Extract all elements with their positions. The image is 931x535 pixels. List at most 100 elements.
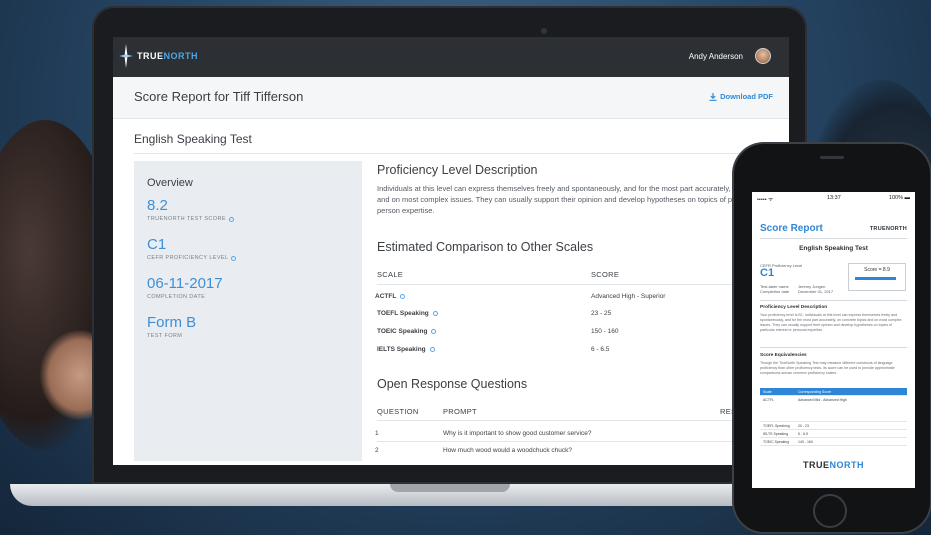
row-divider bbox=[377, 441, 789, 442]
overview-value: 8.2 bbox=[147, 197, 168, 214]
info-icon[interactable] bbox=[400, 294, 406, 299]
table-row: IELTS Speaking 5 - 6.5 bbox=[760, 430, 907, 438]
laptop-camera bbox=[541, 28, 547, 34]
question-number: 1 bbox=[375, 430, 379, 437]
question-prompt[interactable]: Why is it important to show good custome… bbox=[443, 430, 591, 437]
overview-label: TEST FORM bbox=[147, 333, 183, 339]
overview-test-form: Form B TEST FORM bbox=[147, 314, 196, 339]
download-icon bbox=[709, 92, 717, 101]
phone-page-title: Score Report bbox=[760, 223, 823, 234]
column-header-scale: SCALE bbox=[377, 270, 404, 279]
phone-brand-logo: TRUENORTH bbox=[869, 226, 907, 232]
row-divider bbox=[377, 284, 789, 285]
phone-speaker bbox=[820, 156, 844, 159]
table-cell-scale: TOEIC Speaking bbox=[763, 440, 790, 444]
brand-part2: NORTH bbox=[163, 51, 198, 61]
phone-score-label: Score = 8.9 bbox=[864, 267, 890, 273]
table-row: TOEFL Speaking bbox=[377, 310, 438, 317]
page-title: Score Report for Tiff Tifferson bbox=[134, 89, 304, 104]
info-icon[interactable] bbox=[431, 329, 437, 334]
avatar[interactable] bbox=[755, 48, 771, 64]
phone-equivalencies-text: Though the TrueNorth Speaking Test may m… bbox=[760, 361, 895, 375]
phone-proficiency-text: Your proficiency level is B1. Individual… bbox=[760, 313, 902, 332]
brand-logo[interactable]: TRUENORTH bbox=[137, 51, 198, 61]
overview-label: TRUENORTH TEST SCORE bbox=[147, 216, 226, 222]
overview-cefr-level: C1 CEFR PROFICIENCY LEVEL bbox=[147, 236, 237, 261]
info-icon[interactable] bbox=[429, 347, 435, 352]
info-icon[interactable] bbox=[228, 216, 234, 222]
phone-footer-logo: TRUENORTH bbox=[752, 460, 915, 470]
phone-meta-label: Completion date bbox=[760, 289, 790, 294]
table-cell-scale: IELTS Speaking bbox=[763, 432, 789, 436]
phone-battery: 100% ▬ bbox=[888, 195, 910, 201]
phone-home-button[interactable] bbox=[813, 494, 847, 528]
logo-part1: TRUE bbox=[803, 460, 830, 470]
overview-completion-date: 06-11-2017 COMPLETION DATE bbox=[147, 275, 223, 300]
info-icon[interactable] bbox=[432, 311, 438, 316]
overview-value: C1 bbox=[147, 236, 167, 253]
column-header-prompt: PROMPT bbox=[443, 407, 477, 416]
question-number: 2 bbox=[375, 447, 379, 454]
table-row: TOEIC Speaking bbox=[377, 328, 437, 335]
divider bbox=[760, 300, 907, 301]
phone-equivalency-table: Scale Corresponding Score ACTFL Advanced… bbox=[760, 388, 907, 446]
overview-test-score: 8.2 TRUENORTH TEST SCORE bbox=[147, 197, 234, 222]
row-divider bbox=[377, 420, 789, 421]
table-cell-score: Advanced Mid - Advanced High bbox=[798, 398, 847, 402]
phone-score-box: Score = 8.9 bbox=[848, 263, 906, 291]
scale-score: 6 - 6.5 bbox=[591, 346, 610, 353]
phone-signal: ••••• ᯤ bbox=[757, 197, 774, 203]
table-cell-scale: TOEFL Speaking bbox=[763, 424, 790, 428]
overview-panel: Overview 8.2 TRUENORTH TEST SCORE C1 CEF… bbox=[134, 161, 362, 461]
scale-score: 23 - 25 bbox=[591, 310, 612, 317]
compass-logo-icon bbox=[119, 44, 133, 68]
table-header-scale: Scale bbox=[763, 390, 772, 394]
table-cell-score: 140 - 160 bbox=[798, 440, 813, 444]
divider bbox=[760, 238, 907, 239]
comparison-title: Estimated Comparison to Other Scales bbox=[377, 240, 594, 254]
phone-score-bar bbox=[855, 277, 896, 280]
open-response-title: Open Response Questions bbox=[377, 377, 528, 391]
table-row: TOEFL Speaking 20 - 23 bbox=[760, 422, 907, 430]
scale-name: TOEFL Speaking bbox=[377, 310, 429, 317]
scale-name: IELTS Speaking bbox=[377, 346, 426, 353]
scale-name: ACTFL bbox=[375, 293, 397, 300]
user-name[interactable]: Andy Anderson bbox=[689, 52, 743, 61]
phone-time: 13:37 bbox=[827, 195, 841, 201]
scale-name: TOEIC Speaking bbox=[377, 328, 428, 335]
table-row: TOEIC Speaking 140 - 160 bbox=[760, 438, 907, 446]
brand-part1: TRUE bbox=[137, 51, 164, 61]
phone-cefr-value: C1 bbox=[760, 267, 775, 279]
laptop-notch bbox=[390, 484, 510, 492]
phone-meta-value: December 01, 2017 bbox=[798, 289, 834, 294]
overview-title: Overview bbox=[147, 177, 193, 189]
table-cell-score: 5 - 6.5 bbox=[798, 432, 808, 436]
download-pdf-button[interactable]: Download PDF bbox=[709, 92, 773, 101]
table-header: Scale Corresponding Score bbox=[760, 388, 907, 396]
test-title: English Speaking Test bbox=[134, 132, 252, 146]
overview-value: Form B bbox=[147, 314, 197, 331]
table-row: ACTFL bbox=[375, 293, 406, 300]
info-icon[interactable] bbox=[231, 255, 237, 261]
proficiency-description: Individuals at this level can express th… bbox=[377, 184, 789, 215]
phone-screen: ••••• ᯤ 13:37 100% ▬ Score Report TRUENO… bbox=[752, 192, 915, 488]
download-pdf-label: Download PDF bbox=[720, 92, 773, 101]
overview-value: 06-11-2017 bbox=[147, 275, 223, 292]
divider bbox=[134, 153, 789, 154]
table-cell-scale: ACTFL bbox=[763, 398, 775, 402]
proficiency-title: Proficiency Level Description bbox=[377, 163, 538, 177]
table-row: IELTS Speaking bbox=[377, 346, 435, 353]
overview-label: COMPLETION DATE bbox=[147, 294, 206, 300]
logo-part2: NORTH bbox=[829, 460, 864, 470]
phone-equivalencies-heading: Score Equivalencies bbox=[760, 353, 807, 358]
laptop-screen: TRUENORTH Andy Anderson Score Report for… bbox=[113, 37, 789, 465]
column-header-score: SCORE bbox=[591, 270, 620, 279]
column-header-question: QUESTION bbox=[377, 407, 419, 416]
scale-score: 150 - 160 bbox=[591, 328, 619, 335]
table-row: ACTFL Advanced Mid - Advanced High bbox=[760, 396, 907, 422]
question-prompt[interactable]: How much wood would a woodchuck chuck? bbox=[443, 447, 572, 454]
app-topbar: TRUENORTH Andy Anderson bbox=[113, 37, 789, 77]
divider bbox=[760, 347, 907, 348]
overview-label: CEFR PROFICIENCY LEVEL bbox=[147, 255, 229, 261]
phone-test-title: English Speaking Test bbox=[799, 245, 868, 252]
